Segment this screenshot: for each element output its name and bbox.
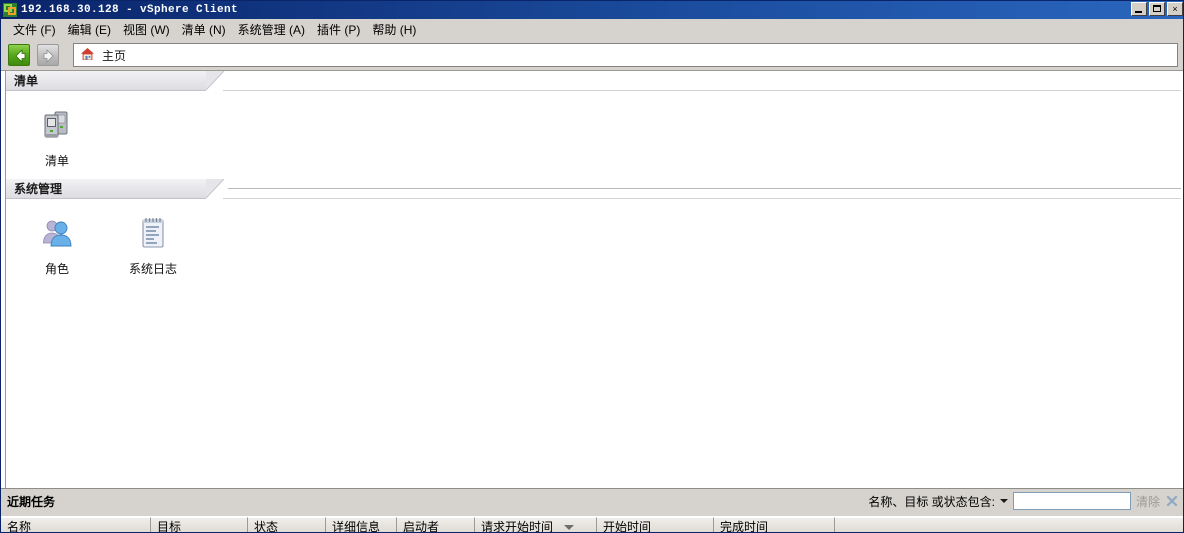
tasks-filter-clear-button[interactable]: 清除 <box>1136 493 1160 510</box>
menu-view[interactable]: 视图 (W) <box>117 19 176 40</box>
section-header-slope <box>206 179 228 199</box>
tasks-filter-input[interactable] <box>1012 492 1131 510</box>
section-header-slope <box>206 71 228 91</box>
tasks-filter-label: 名称、目标 或状态包含: <box>868 494 995 509</box>
notepad-icon <box>131 211 175 255</box>
section-inventory-title: 清单 <box>14 74 39 88</box>
breadcrumb-home-label: 主页 <box>102 48 127 63</box>
maximize-button[interactable] <box>1149 2 1165 16</box>
close-icon: × <box>1172 3 1178 14</box>
tile-system-logs[interactable]: 系统日志 <box>119 211 187 277</box>
tile-system-logs-label: 系统日志 <box>128 262 177 276</box>
column-header-status[interactable]: 状态 <box>248 517 326 532</box>
column-header-requested-start-time[interactable]: 请求开始时间 <box>475 517 597 533</box>
tile-roles-label: 角色 <box>44 262 69 276</box>
tasks-table-header: 名称 目标 状态 详细信息 启动者 请求开始时间 开始时间 完成时间 <box>1 516 1183 533</box>
recent-tasks-panel: 近期任务 名称、目标 或状态包含: 清除 名称 目标 状态 详细信息 启动者 请… <box>1 488 1183 533</box>
vsphere-client-window: 192.168.30.128 - vSphere Client × 文件 (F)… <box>0 0 1184 533</box>
title-bar: 192.168.30.128 - vSphere Client × <box>1 1 1183 19</box>
breadcrumb-bar[interactable]: 主页 <box>73 43 1178 67</box>
column-header-start-time[interactable]: 开始时间 <box>597 517 714 532</box>
column-header-target[interactable]: 目标 <box>151 517 248 532</box>
back-button[interactable] <box>8 44 30 66</box>
column-header-filler <box>835 517 1183 532</box>
chevron-down-icon[interactable] <box>999 499 1008 503</box>
forward-arrow-icon <box>37 44 59 66</box>
close-x-icon[interactable] <box>1165 494 1179 508</box>
menu-bar: 文件 (F) 编辑 (E) 视图 (W) 清单 (N) 系统管理 (A) 插件 … <box>1 19 1183 40</box>
sort-descending-icon <box>564 525 574 530</box>
menu-administration[interactable]: 系统管理 (A) <box>232 19 311 40</box>
section-administration-header: 系统管理 <box>1 179 1183 199</box>
home-icon <box>80 47 95 64</box>
home-content-area: 清单 清单 系统管理 角色 系统日志 <box>1 70 1183 488</box>
section-administration: 系统管理 角色 系统日志 <box>1 179 1183 277</box>
menu-plugins[interactable]: 插件 (P) <box>311 19 366 40</box>
minimize-button[interactable] <box>1131 2 1147 16</box>
tile-inventory-label: 清单 <box>44 154 69 168</box>
column-header-details[interactable]: 详细信息 <box>326 517 397 532</box>
tile-inventory[interactable]: 清单 <box>23 103 91 169</box>
users-icon <box>35 211 79 255</box>
window-title: 192.168.30.128 - vSphere Client <box>21 4 239 16</box>
section-administration-tiles: 角色 系统日志 <box>1 199 1183 277</box>
vsphere-app-icon <box>3 3 17 17</box>
column-header-name[interactable]: 名称 <box>1 517 151 532</box>
window-controls: × <box>1131 2 1183 16</box>
back-arrow-icon <box>8 44 30 66</box>
close-button[interactable]: × <box>1167 2 1183 16</box>
servers-icon <box>35 103 79 147</box>
forward-button[interactable] <box>37 44 59 66</box>
section-administration-title: 系统管理 <box>14 182 63 196</box>
column-header-initiator[interactable]: 启动者 <box>397 517 475 532</box>
recent-tasks-title: 近期任务 <box>7 495 56 509</box>
section-inventory-tiles: 清单 <box>1 91 1183 169</box>
menu-help[interactable]: 帮助 (H) <box>366 19 422 40</box>
column-header-complete-time[interactable]: 完成时间 <box>714 517 835 532</box>
menu-edit[interactable]: 编辑 (E) <box>62 19 117 40</box>
column-header-requested-start-time-label: 请求开始时间 <box>481 519 554 533</box>
menu-file[interactable]: 文件 (F) <box>7 19 62 40</box>
section-inventory-header: 清单 <box>1 71 1183 91</box>
tile-roles[interactable]: 角色 <box>23 211 91 277</box>
menu-inventory[interactable]: 清单 (N) <box>176 19 232 40</box>
tasks-filter-bar: 名称、目标 或状态包含: 清除 <box>868 492 1179 510</box>
section-inventory: 清单 清单 <box>1 71 1183 169</box>
